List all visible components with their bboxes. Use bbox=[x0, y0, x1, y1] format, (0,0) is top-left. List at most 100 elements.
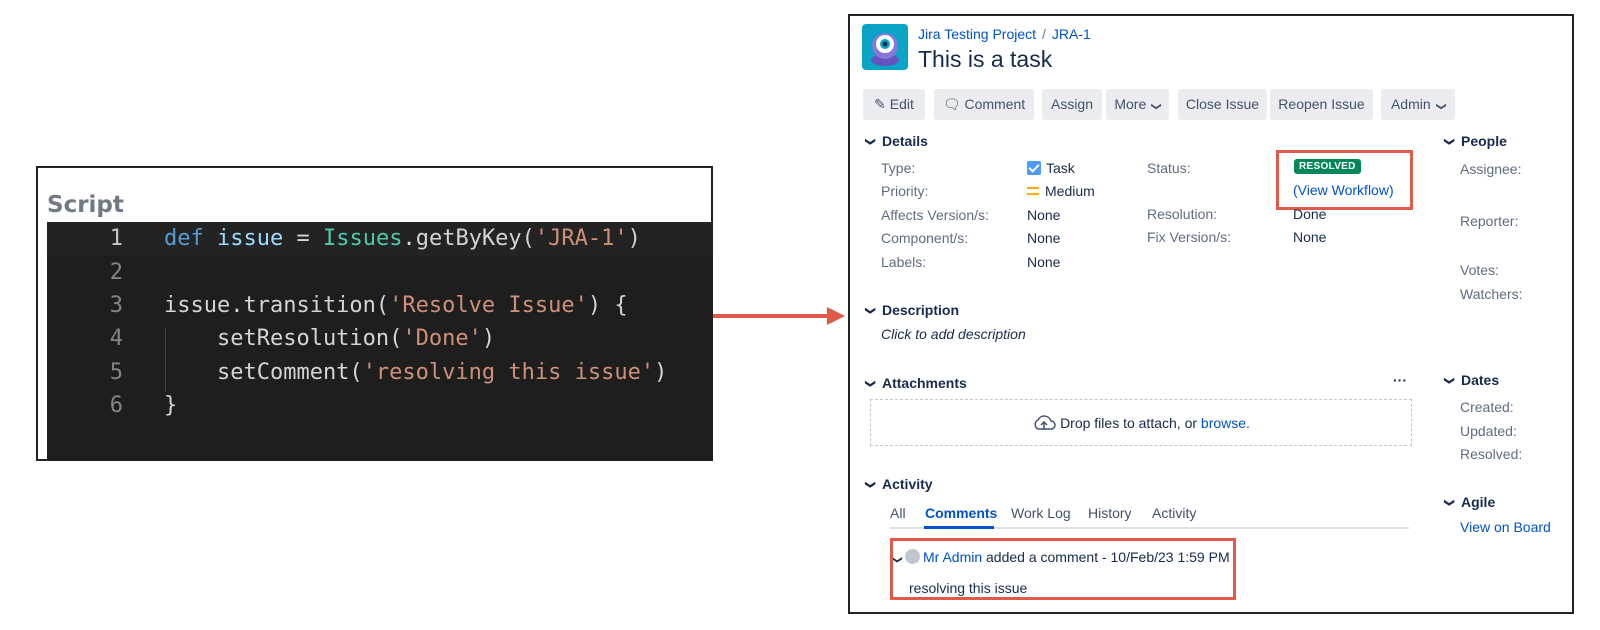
script-title: Script bbox=[47, 192, 124, 218]
people-heading: People bbox=[1461, 133, 1507, 149]
admin-label: Admin bbox=[1390, 96, 1431, 112]
code-text: setResolution('Done') bbox=[164, 322, 495, 356]
code-token: ) { bbox=[587, 293, 628, 318]
code-token: 'resolving this issue' bbox=[362, 360, 655, 385]
chevron-down-icon: ❯ bbox=[1443, 376, 1455, 385]
attachments-section-toggle[interactable]: ❯ Attachments bbox=[864, 375, 967, 391]
chevron-down-icon: ❯ bbox=[1150, 102, 1162, 111]
attachment-drop-zone[interactable]: Drop files to attach, or browse. bbox=[870, 399, 1412, 446]
updated-label: Updated: bbox=[1460, 423, 1517, 439]
priority-text: Medium bbox=[1045, 183, 1095, 199]
resolution-value: Done bbox=[1293, 206, 1327, 222]
details-section-toggle[interactable]: ❯ Details bbox=[864, 133, 928, 149]
code-token: ) bbox=[627, 226, 641, 251]
status-label: Status: bbox=[1147, 160, 1191, 176]
code-line-6: 6 } bbox=[47, 389, 713, 423]
agile-section-toggle[interactable]: ❯ Agile bbox=[1443, 494, 1496, 510]
code-token: issue.transition( bbox=[164, 293, 390, 318]
reporter-label: Reporter: bbox=[1460, 213, 1519, 229]
tab-work-log[interactable]: Work Log bbox=[1011, 505, 1071, 521]
close-issue-button[interactable]: Close Issue bbox=[1178, 89, 1267, 120]
reopen-issue-button[interactable]: Reopen Issue bbox=[1270, 89, 1373, 120]
agile-heading: Agile bbox=[1461, 494, 1496, 510]
speech-bubble-icon: 🗨︎ bbox=[942, 96, 961, 112]
breadcrumb-separator: / bbox=[1042, 26, 1046, 42]
chevron-down-icon: ❯ bbox=[1435, 102, 1447, 111]
code-token: issue bbox=[217, 226, 284, 251]
code-token: 'JRA-1' bbox=[534, 226, 628, 251]
edit-button[interactable]: ✎ Edit bbox=[863, 89, 925, 120]
code-token: } bbox=[164, 393, 178, 418]
attachments-heading: Attachments bbox=[882, 375, 967, 391]
priority-label: Priority: bbox=[881, 183, 929, 199]
affects-versions-value: None bbox=[1027, 207, 1061, 223]
code-line-5: 5 setComment('resolving this issue') bbox=[47, 356, 713, 390]
line-number: 6 bbox=[109, 393, 123, 418]
fix-versions-label: Fix Version/s: bbox=[1147, 229, 1232, 245]
code-token: 'Done' bbox=[402, 326, 482, 351]
breadcrumb-project-link[interactable]: Jira Testing Project bbox=[918, 26, 1036, 42]
priority-value: Medium bbox=[1027, 183, 1095, 199]
tab-activity[interactable]: Activity bbox=[1152, 505, 1196, 521]
line-number: 5 bbox=[109, 360, 123, 385]
dates-section-toggle[interactable]: ❯ Dates bbox=[1443, 372, 1500, 388]
resolved-label: Resolved: bbox=[1460, 446, 1523, 462]
comment-button[interactable]: 🗨︎ Comment bbox=[934, 89, 1034, 120]
comment-highlight-box bbox=[890, 538, 1236, 600]
breadcrumb: Jira Testing Project / JRA-1 bbox=[918, 26, 1091, 42]
code-token: setResolution( bbox=[164, 326, 403, 351]
cloud-upload-icon bbox=[1034, 415, 1056, 430]
code-text: issue.transition('Resolve Issue') { bbox=[164, 289, 628, 323]
code-line-4: 4 setResolution('Done') bbox=[47, 322, 713, 356]
tab-comments[interactable]: Comments bbox=[925, 505, 997, 521]
priority-medium-icon bbox=[1027, 187, 1039, 195]
description-heading: Description bbox=[882, 302, 960, 318]
assign-button[interactable]: Assign bbox=[1042, 89, 1102, 120]
breadcrumb-issue-link[interactable]: JRA-1 bbox=[1052, 26, 1091, 42]
type-label: Type: bbox=[881, 160, 916, 176]
affects-versions-label: Affects Version/s: bbox=[881, 207, 989, 223]
browse-link[interactable]: browse. bbox=[1201, 415, 1250, 431]
line-number: 4 bbox=[109, 326, 123, 351]
type-value: Task bbox=[1027, 160, 1075, 176]
description-section-toggle[interactable]: ❯ Description bbox=[864, 302, 960, 318]
code-token: Issues bbox=[322, 226, 403, 251]
admin-button[interactable]: Admin ❯ bbox=[1381, 89, 1455, 120]
right-arrow-icon bbox=[713, 307, 845, 325]
code-token: .getByKey( bbox=[402, 226, 535, 251]
activity-heading: Activity bbox=[882, 476, 933, 492]
line-number: 2 bbox=[109, 260, 123, 285]
assignee-label: Assignee: bbox=[1460, 161, 1522, 177]
code-line-1: 1 def issue = Issues.getByKey('JRA-1') bbox=[47, 222, 713, 256]
created-label: Created: bbox=[1460, 399, 1514, 415]
tab-all[interactable]: All bbox=[890, 505, 906, 521]
jira-issue-panel: Jira Testing Project / JRA-1 This is a tas… bbox=[848, 14, 1574, 614]
code-token: ) bbox=[481, 326, 496, 351]
comment-label: Comment bbox=[964, 96, 1026, 112]
script-panel: Script 1 def issue = Issues.getByKey('JR… bbox=[36, 166, 713, 461]
code-token: def bbox=[164, 226, 204, 251]
attachments-more-icon[interactable]: ··· bbox=[1393, 372, 1407, 388]
code-editor[interactable]: 1 def issue = Issues.getByKey('JRA-1') 2… bbox=[47, 222, 713, 460]
chevron-down-icon: ❯ bbox=[1443, 137, 1455, 146]
activity-section-toggle[interactable]: ❯ Activity bbox=[864, 476, 933, 492]
resolution-label: Resolution: bbox=[1147, 206, 1218, 222]
line-number: 1 bbox=[109, 226, 123, 251]
drop-text: Drop files to attach, or bbox=[1060, 415, 1201, 431]
view-on-board-link[interactable]: View on Board bbox=[1460, 519, 1551, 535]
code-token: ) bbox=[654, 360, 668, 385]
dates-heading: Dates bbox=[1461, 372, 1500, 388]
task-checkbox-icon bbox=[1027, 161, 1041, 175]
code-text: } bbox=[164, 389, 177, 423]
tab-history[interactable]: History bbox=[1088, 505, 1132, 521]
issue-title: This is a task bbox=[918, 46, 1053, 72]
description-placeholder[interactable]: Click to add description bbox=[881, 326, 1026, 342]
code-line-2: 2 bbox=[47, 256, 713, 290]
components-label: Component/s: bbox=[881, 230, 969, 246]
fix-versions-value: None bbox=[1293, 229, 1327, 245]
people-section-toggle[interactable]: ❯ People bbox=[1443, 133, 1507, 149]
more-button[interactable]: More ❯ bbox=[1106, 89, 1169, 120]
watchers-label: Watchers: bbox=[1460, 286, 1523, 302]
status-highlight-box bbox=[1276, 150, 1413, 210]
